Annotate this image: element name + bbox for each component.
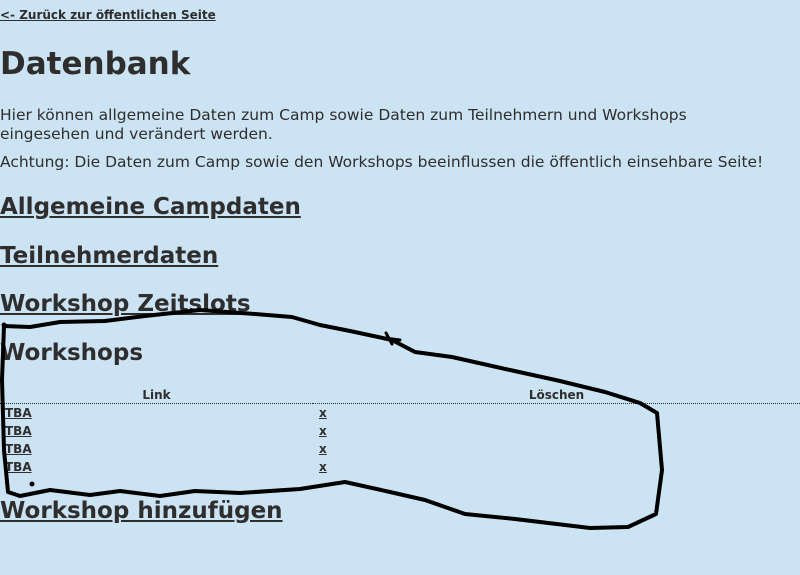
table-row: TBA x [0, 458, 800, 476]
table-row: TBA x [0, 422, 800, 440]
annotation-tick [383, 331, 402, 346]
participants-link[interactable]: Teilnehmerdaten [0, 243, 218, 269]
section-timeslots: Workshop Zeitslots [0, 290, 251, 318]
delete-workshop-link[interactable]: x [319, 406, 327, 420]
header-delete: Löschen [313, 387, 800, 404]
delete-workshop-link[interactable]: x [319, 424, 327, 438]
delete-workshop-link[interactable]: x [319, 460, 327, 474]
workshop-link[interactable]: TBA [5, 460, 32, 474]
warning-text: Achtung: Die Daten zum Camp sowie den Wo… [0, 153, 764, 171]
header-link: Link [0, 387, 313, 404]
annotation-dot [1, 322, 7, 328]
intro-text: Hier können allgemeine Daten zum Camp so… [0, 106, 687, 143]
delete-workshop-link[interactable]: x [319, 442, 327, 456]
annotation-dot [29, 481, 35, 487]
table-row: TBA x [0, 404, 800, 423]
table-header-row: Link Löschen [0, 387, 800, 404]
workshop-link[interactable]: TBA [5, 424, 32, 438]
section-participants: Teilnehmerdaten [0, 242, 218, 270]
general-campdata-link[interactable]: Allgemeine Campdaten [0, 194, 301, 220]
workshop-link[interactable]: TBA [5, 442, 32, 456]
add-workshop-link[interactable]: Workshop hinzufügen [0, 498, 283, 524]
back-to-public-link[interactable]: <- Zurück zur öffentlichen Seite [0, 8, 216, 22]
workshops-heading: Workshops [0, 340, 144, 366]
hand-drawn-annotation [0, 308, 664, 530]
timeslots-link[interactable]: Workshop Zeitslots [0, 291, 251, 317]
section-general-campdata: Allgemeine Campdaten [0, 193, 301, 221]
section-add-workshop: Workshop hinzufügen [0, 497, 283, 525]
workshop-link[interactable]: TBA [5, 406, 32, 420]
page-title: Datenbank [0, 46, 191, 82]
table-row: TBA x [0, 440, 800, 458]
workshops-table: Link Löschen TBA x TBA x TBA x TBA x [0, 387, 800, 476]
